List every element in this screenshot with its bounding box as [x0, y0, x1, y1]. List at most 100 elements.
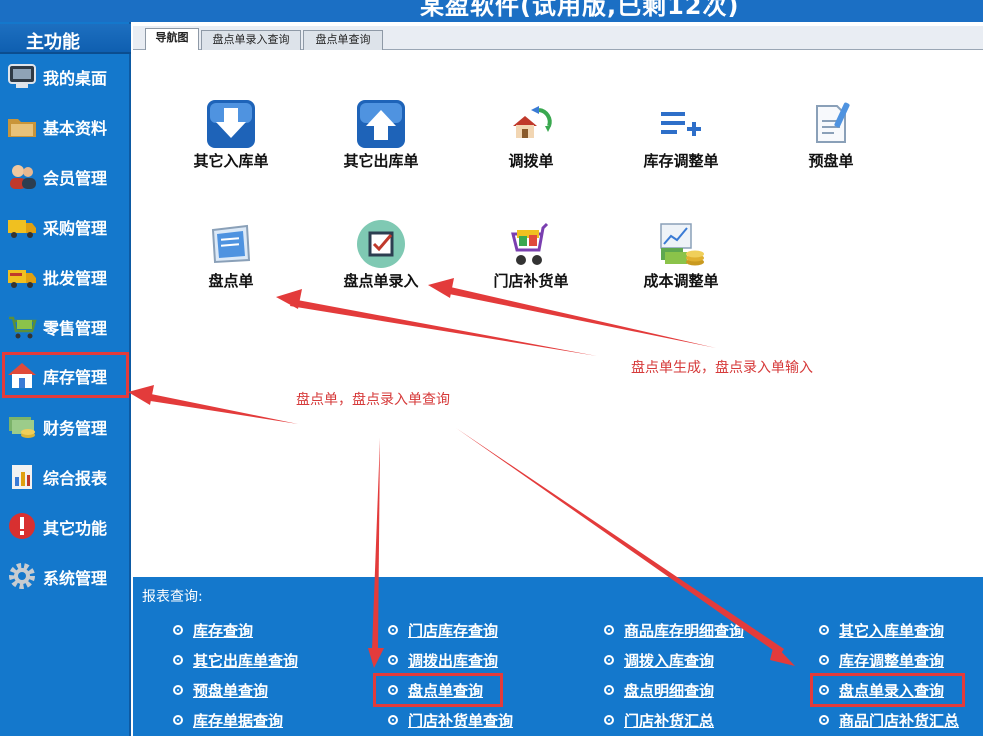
house-icon — [6, 360, 38, 390]
sidebar-item-system[interactable]: 系统管理 — [2, 553, 129, 599]
tab-count-query[interactable]: 盘点单查询 — [303, 30, 383, 50]
sidebar-header: 主功能 — [0, 24, 131, 54]
sidebar-item-inventory[interactable]: 库存管理 — [2, 352, 129, 398]
sidebar-item-label: 零售管理 — [43, 319, 108, 338]
truck-icon — [6, 211, 38, 241]
report-query-panel: 报表查询: 库存查询 门店库存查询 商品库存明细查询 其它入库单查询 其它出库单… — [133, 577, 983, 736]
window-title: 某盈软件(试用版,已剩12次) — [420, 0, 740, 20]
tab-strip: 导航图 盘点单录入查询 盘点单查询 — [133, 26, 983, 51]
report-link-label[interactable]: 其它入库单查询 — [839, 620, 944, 641]
annotation-query: 盘点单，盘点录入单查询 — [296, 392, 450, 408]
cart-icon — [6, 311, 38, 341]
report-link-label[interactable]: 调拨出库查询 — [408, 650, 498, 671]
bullet-icon — [388, 715, 398, 725]
report-link-label[interactable]: 库存调整单查询 — [839, 650, 944, 671]
sidebar-item-purchase[interactable]: 采购管理 — [2, 203, 129, 249]
tool-stock-count[interactable]: 盘点单 — [171, 220, 291, 310]
document-icon — [807, 100, 855, 148]
bullet-icon — [604, 655, 614, 665]
sidebar-item-label: 财务管理 — [43, 419, 108, 438]
bullet-icon — [604, 715, 614, 725]
list-add-icon — [657, 100, 705, 148]
bullet-icon — [388, 655, 398, 665]
tool-label: 预盘单 — [808, 152, 854, 170]
arrow-down-icon — [207, 100, 255, 148]
report-link-label[interactable]: 库存单据查询 — [193, 710, 283, 731]
sidebar-item-members[interactable]: 会员管理 — [2, 153, 129, 199]
sidebar-item-retail[interactable]: 零售管理 — [2, 303, 129, 349]
title-bar: 某盈软件(试用版,已剩12次) — [0, 0, 983, 22]
bullet-icon — [604, 625, 614, 635]
tool-transfer[interactable]: 调拨单 — [471, 100, 591, 190]
tab-count-entry-query[interactable]: 盘点单录入查询 — [201, 30, 301, 50]
sidebar-item-label: 基本资料 — [43, 119, 108, 138]
sidebar-item-basic-data[interactable]: 基本资料 — [2, 103, 129, 149]
tool-label: 库存调整单 — [643, 152, 719, 170]
sidebar-item-reports[interactable]: 综合报表 — [2, 453, 129, 499]
sidebar-item-label: 会员管理 — [43, 169, 108, 188]
bullet-icon — [173, 685, 183, 695]
money-icon — [6, 411, 38, 441]
annotation-generate-entry: 盘点单生成，盘点录入单输入 — [631, 360, 813, 376]
tool-label: 调拨单 — [508, 152, 554, 170]
sidebar-item-other[interactable]: 其它功能 — [2, 503, 129, 549]
sidebar-item-label: 我的桌面 — [43, 69, 108, 88]
folder-icon — [6, 111, 38, 141]
bullet-icon — [819, 715, 829, 725]
report-link-label[interactable]: 其它出库单查询 — [193, 650, 298, 671]
tool-pre-count[interactable]: 预盘单 — [771, 100, 891, 190]
reports-title: 报表查询: — [142, 589, 203, 605]
shopping-cart-icon — [507, 220, 555, 268]
tool-cost-adjust[interactable]: 成本调整单 — [621, 220, 741, 310]
sidebar: 主功能 我的桌面 基本资料 会员管理 采购管理 批发管理 零售管理 库存管理 财… — [0, 22, 131, 736]
tool-label: 盘点单 — [208, 272, 254, 290]
tool-count-entry[interactable]: 盘点单录入 — [321, 220, 441, 310]
transfer-icon — [507, 100, 555, 148]
sidebar-item-label: 库存管理 — [43, 368, 108, 387]
clipboard-icon — [207, 220, 255, 268]
report-link-label[interactable]: 调拨入库查询 — [624, 650, 714, 671]
report-link-label[interactable]: 预盘单查询 — [193, 680, 268, 701]
sidebar-item-desktop[interactable]: 我的桌面 — [2, 53, 129, 99]
sidebar-item-label: 系统管理 — [43, 569, 108, 588]
sidebar-item-label: 综合报表 — [43, 469, 108, 488]
tool-label: 其它入库单 — [193, 152, 269, 170]
sidebar-item-label: 其它功能 — [43, 519, 108, 538]
report-link-label[interactable]: 商品库存明细查询 — [624, 620, 744, 641]
highlight-count-query — [373, 673, 503, 707]
sidebar-item-label: 采购管理 — [43, 219, 108, 238]
users-icon — [6, 161, 38, 191]
tool-other-outbound[interactable]: 其它出库单 — [321, 100, 441, 190]
tool-label: 成本调整单 — [643, 272, 719, 290]
report-link-label[interactable]: 商品门店补货汇总 — [839, 710, 959, 731]
bullet-icon — [173, 625, 183, 635]
tool-stock-adjust[interactable]: 库存调整单 — [621, 100, 741, 190]
report-link-label[interactable]: 盘点明细查询 — [624, 680, 714, 701]
tool-label: 盘点单录入 — [343, 272, 419, 290]
arrow-up-icon — [357, 100, 405, 148]
checkbox-icon — [357, 220, 405, 268]
navigation-panel: 其它入库单 其它出库单 调拨单 库存调整单 预盘单 盘点单 盘点单录入 门店补货… — [133, 50, 983, 577]
tool-other-inbound[interactable]: 其它入库单 — [171, 100, 291, 190]
tab-navigation[interactable]: 导航图 — [145, 28, 199, 51]
sidebar-item-wholesale[interactable]: 批发管理 — [2, 253, 129, 299]
highlight-count-entry-query — [810, 673, 965, 707]
gear-icon — [6, 561, 38, 591]
report-link-label[interactable]: 库存查询 — [193, 620, 253, 641]
bullet-icon — [173, 655, 183, 665]
tool-label: 其它出库单 — [343, 152, 419, 170]
report-link-label[interactable]: 门店库存查询 — [408, 620, 498, 641]
bar-chart-icon — [6, 461, 38, 491]
sidebar-header-label: 主功能 — [26, 32, 80, 53]
report-link-label[interactable]: 门店补货单查询 — [408, 710, 513, 731]
report-link-label[interactable]: 门店补货汇总 — [624, 710, 714, 731]
tool-store-replenish[interactable]: 门店补货单 — [471, 220, 591, 310]
bullet-icon — [388, 625, 398, 635]
bullet-icon — [819, 625, 829, 635]
bullet-icon — [173, 715, 183, 725]
alert-icon — [6, 511, 38, 541]
cost-chart-icon — [657, 220, 705, 268]
sidebar-item-finance[interactable]: 财务管理 — [2, 403, 129, 449]
bullet-icon — [819, 655, 829, 665]
tool-label: 门店补货单 — [493, 272, 569, 290]
